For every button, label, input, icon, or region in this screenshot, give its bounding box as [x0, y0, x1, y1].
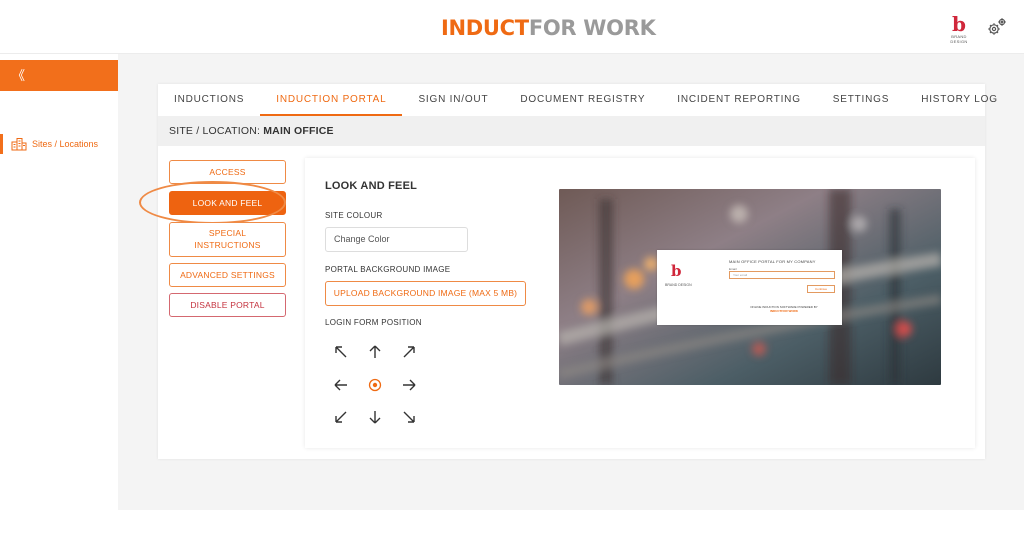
logo-part-induct: INDUCT	[441, 16, 529, 40]
center-position-icon[interactable]	[366, 376, 384, 394]
preview-login-form: b BRAND DESIGN MAIN OFFICE PORTAL FOR MY…	[657, 250, 842, 325]
access-button[interactable]: ACCESS	[169, 160, 286, 184]
panel-title: LOOK AND FEEL	[325, 180, 418, 192]
preview-continue-button: Continue	[807, 285, 835, 293]
arrow-up-right-icon[interactable]	[400, 343, 418, 361]
active-indicator	[0, 134, 3, 154]
change-color-input[interactable]: Change Color	[325, 227, 468, 252]
sidebar-item-label: Sites / Locations	[32, 139, 99, 149]
preview-email-field: Your email	[729, 271, 835, 279]
tab-document-registry[interactable]: DOCUMENT REGISTRY	[504, 84, 661, 116]
tab-bar: INDUCTIONS INDUCTION PORTAL SIGN IN/OUT …	[158, 84, 997, 116]
brand-text: BRAND DESIGN	[950, 34, 968, 44]
tab-induction-portal[interactable]: INDUCTION PORTAL	[260, 84, 403, 116]
tab-incident-reporting[interactable]: INCIDENT REPORTING	[661, 84, 817, 116]
sidebar-collapse-button[interactable]: 《	[0, 60, 118, 91]
special-instructions-button[interactable]: SPECIAL INSTRUCTIONS	[169, 222, 286, 257]
upload-background-button[interactable]: UPLOAD BACKGROUND IMAGE (MAX 5 MB)	[325, 281, 526, 306]
brand-mark: b	[952, 12, 966, 36]
main-content: INDUCTIONS INDUCTION PORTAL SIGN IN/OUT …	[118, 54, 1024, 510]
arrow-down-right-icon[interactable]	[400, 408, 418, 426]
site-location-name: MAIN OFFICE	[263, 125, 334, 137]
special-instructions-line2: INSTRUCTIONS	[194, 240, 261, 250]
site-location-bar: SITE / LOCATION: MAIN OFFICE	[158, 116, 985, 146]
preview-footer: ONLINE INDUCTION SOFTWARE POWERED BY IND…	[729, 305, 839, 313]
tab-inductions[interactable]: INDUCTIONS	[158, 84, 260, 116]
preview-portal-title: MAIN OFFICE PORTAL FOR MY COMPANY	[729, 259, 816, 264]
arrow-down-left-icon[interactable]	[332, 408, 350, 426]
arrow-up-left-icon[interactable]	[332, 343, 350, 361]
login-position-label: LOGIN FORM POSITION	[325, 318, 422, 327]
background-image-label: PORTAL BACKGROUND IMAGE	[325, 265, 451, 274]
sidebar-item-sites-locations[interactable]: Sites / Locations	[0, 134, 118, 154]
tab-sign-in-out[interactable]: SIGN IN/OUT	[402, 84, 504, 116]
portal-preview: b BRAND DESIGN MAIN OFFICE PORTAL FOR MY…	[559, 189, 941, 385]
brand-avatar[interactable]: b BRAND DESIGN	[944, 12, 974, 44]
disable-portal-button[interactable]: DISABLE PORTAL	[169, 293, 286, 317]
logo-part-forwork: FOR WORK	[528, 16, 656, 40]
double-chevron-left-icon: 《	[12, 68, 26, 83]
buildings-icon	[11, 138, 27, 151]
sidebar: 《 Sites / Locations	[0, 54, 118, 544]
top-header: INDUCTFOR WORK b BRAND DESIGN	[0, 0, 1024, 54]
highlight-ring	[139, 181, 286, 224]
preview-footer-logo: INDUCTFOR WORK	[770, 309, 798, 313]
app-logo: INDUCTFOR WORK	[441, 16, 656, 40]
tab-settings[interactable]: SETTINGS	[817, 84, 905, 116]
arrow-up-icon[interactable]	[366, 343, 384, 361]
site-location-prefix: SITE / LOCATION:	[169, 125, 264, 137]
arrow-left-icon[interactable]	[332, 376, 350, 394]
special-instructions-line1: SPECIAL	[208, 228, 247, 238]
arrow-down-icon[interactable]	[366, 408, 384, 426]
preview-brand-text: BRAND DESIGN	[665, 283, 692, 287]
advanced-settings-button[interactable]: ADVANCED SETTINGS	[169, 263, 286, 287]
arrow-right-icon[interactable]	[400, 376, 418, 394]
site-colour-label: SITE COLOUR	[325, 211, 383, 220]
gear-icon[interactable]	[986, 16, 1008, 38]
content-card: INDUCTIONS INDUCTION PORTAL SIGN IN/OUT …	[139, 84, 997, 459]
tab-history-log[interactable]: HISTORY LOG	[905, 84, 1014, 116]
look-and-feel-panel: LOOK AND FEEL SITE COLOUR Change Color P…	[305, 158, 975, 448]
preview-brand-mark: b	[671, 262, 682, 280]
